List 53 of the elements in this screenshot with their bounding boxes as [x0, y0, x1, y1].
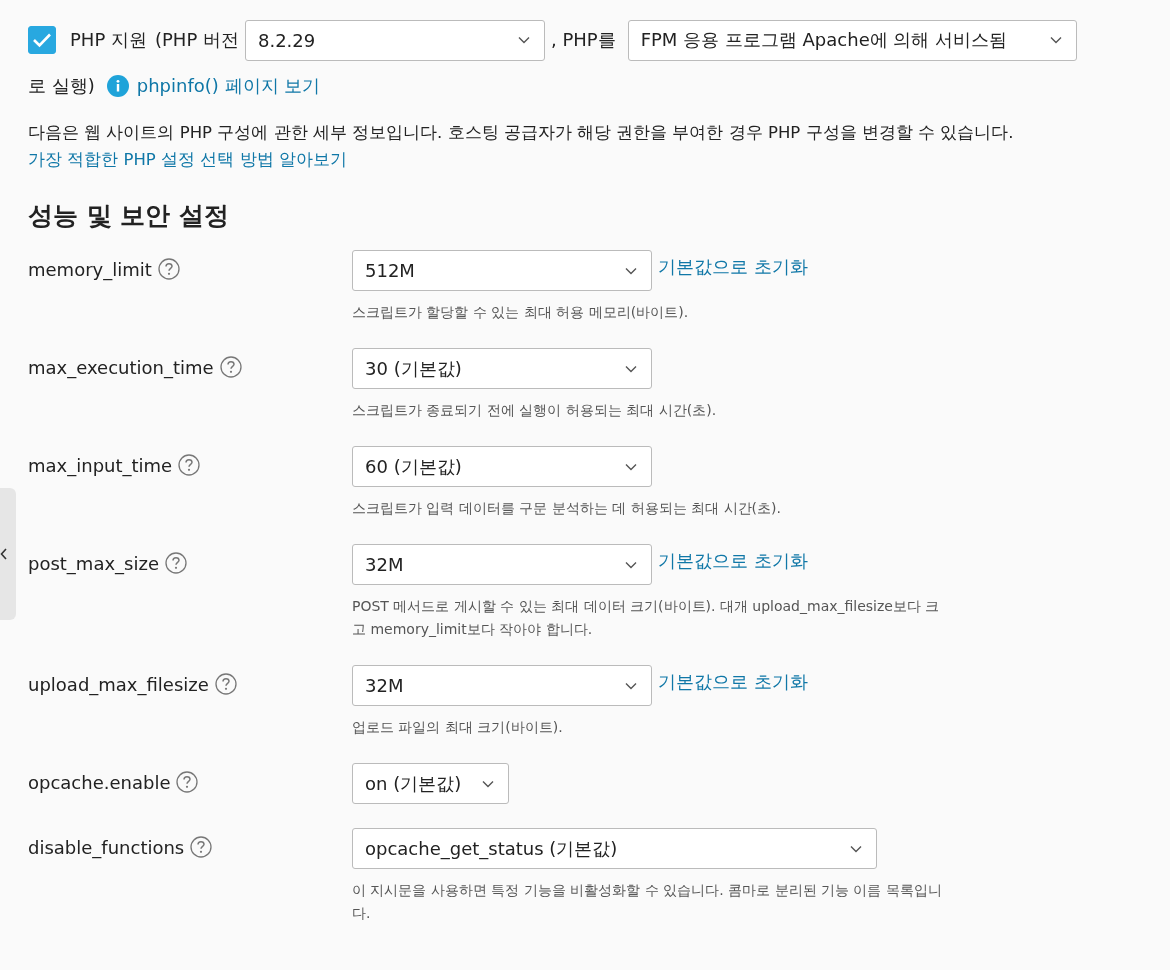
- setting-description: 업로드 파일의 최대 크기(바이트).: [352, 718, 564, 737]
- dropdown[interactable]: 32M: [352, 665, 652, 706]
- reset-link[interactable]: 기본값으로 초기화: [658, 670, 808, 694]
- phpinfo-link[interactable]: phpinfo() 페이지 보기: [136, 74, 321, 98]
- setting-name: memory_limit: [28, 258, 152, 280]
- section-title: 성능 및 보안 설정: [28, 200, 231, 232]
- setting-name: post_max_size: [28, 552, 159, 574]
- dropdown[interactable]: 30 (기본값): [352, 348, 652, 389]
- caret-icon: [850, 844, 862, 853]
- caret-icon: [625, 266, 637, 275]
- setting-name: opcache.enable: [28, 771, 171, 793]
- dropdown[interactable]: on (기본값): [352, 763, 509, 804]
- reset-link[interactable]: 기본값으로 초기화: [658, 255, 808, 279]
- setting-description: 이 지시문을 사용하면 특정 기능을 비활성화할 수 있습니다. 콤마로 분리된 기능 이름 목록입니다.: [352, 881, 942, 923]
- help-icon[interactable]: [165, 552, 187, 574]
- help-icon[interactable]: [157, 258, 180, 280]
- setting-name: max_execution_time: [28, 356, 214, 378]
- dropdown[interactable]: opcache_get_status (기본값): [352, 828, 877, 869]
- reset-link[interactable]: 기본값으로 초기화: [658, 549, 808, 573]
- setting-description: 스크립트가 종료되기 전에 실행이 허용되는 최대 시간(초).: [352, 401, 717, 420]
- learn-more-link[interactable]: 가장 적합한 PHP 설정 선택 방법 알아보기: [28, 150, 347, 169]
- help-icon[interactable]: [219, 356, 242, 378]
- help-icon[interactable]: [214, 673, 237, 695]
- setting-name: max_input_time: [28, 454, 173, 476]
- dropdown[interactable]: 60 (기본값): [352, 446, 652, 487]
- dropdown[interactable]: 512M: [352, 250, 652, 291]
- setting-name: upload_max_filesize: [28, 673, 209, 695]
- caret-icon: [1049, 36, 1062, 44]
- info-icon: [106, 75, 129, 97]
- caret-icon: [625, 462, 637, 471]
- help-icon[interactable]: [176, 771, 199, 793]
- help-icon[interactable]: [190, 836, 213, 858]
- dropdown[interactable]: 8.2.29: [244, 19, 545, 61]
- dropdown[interactable]: FPM 응용 프로그램 Apache에 의해 서비스됨: [627, 19, 1077, 61]
- checkbox[interactable]: [28, 26, 56, 54]
- handler-label: , PHP를: [550, 28, 616, 52]
- version-label: (PHP 버전: [154, 28, 239, 52]
- caret-icon: [625, 364, 637, 373]
- intro-text: 다음은 웹 사이트의 PHP 구성에 관한 세부 정보입니다. 호스팅 공급자가 해당 권한을 부여한 경우 PHP 구성을 변경할 수 있습니다.: [28, 122, 1015, 144]
- caret-icon: [482, 779, 494, 788]
- setting-name: disable_functions: [28, 836, 185, 858]
- setting-description: POST 메서드로 게시할 수 있는 최대 데이터 크기(바이트). 대개 upload_max_filesize보다 크고 memory_limit보다 작아야 합니다.: [352, 597, 941, 639]
- setting-description: 스크립트가 할당할 수 있는 최대 허용 메모리(바이트).: [352, 303, 690, 322]
- run-label: 로 실행): [28, 74, 95, 98]
- caret-icon: [625, 560, 637, 569]
- dropdown[interactable]: 32M: [352, 544, 652, 585]
- caret-icon: [517, 36, 530, 44]
- checkmark-icon: [32, 32, 52, 48]
- caret-icon: [625, 681, 637, 690]
- help-icon[interactable]: [178, 454, 201, 476]
- chevron-left-icon: [0, 548, 8, 560]
- checkbox-label: PHP 지원: [70, 28, 147, 52]
- setting-description: 스크립트가 입력 데이터를 구문 분석하는 데 허용되는 최대 시간(초).: [352, 499, 781, 518]
